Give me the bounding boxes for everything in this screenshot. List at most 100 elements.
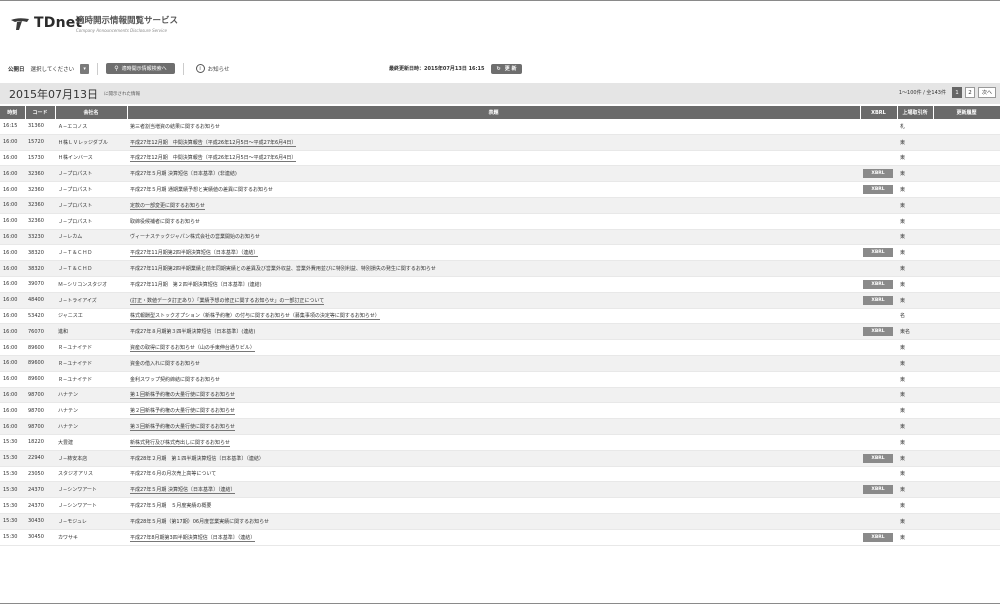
cell-title[interactable]: 平成27年11月期第2四半期業績と前年同期実績との差異及び営業外収益、営業外費用… xyxy=(127,260,860,277)
cell-title[interactable]: 取締役候補者に関するお知らせ xyxy=(127,213,860,230)
cell-history xyxy=(933,402,1000,420)
cell-title[interactable]: 平成27年８月期第３四半期決算短信〔日本基準〕(連結) xyxy=(127,323,860,341)
cell-time: 16:00 xyxy=(0,355,25,372)
disclosure-title-link[interactable]: 第３回新株予約権の大量行使に関するお知らせ xyxy=(130,424,235,432)
cell-title[interactable]: 平成27年11月期 第２四半期決算短信〔日本基準〕(連結) xyxy=(127,276,860,293)
cell-code: 32360 xyxy=(25,197,55,214)
xbrl-button[interactable]: XBRL xyxy=(863,453,893,463)
cell-xbrl[interactable]: XBRL xyxy=(860,244,897,262)
cell-title[interactable]: 株式報酬型ストックオプション（新株予約権）の付与に関するお知らせ（募集事項の決定… xyxy=(127,308,860,325)
disclosure-title-link[interactable]: 平成27年11月期第2四半期決算短信〔日本基準〕（連結） xyxy=(130,250,259,258)
disclosure-title-link[interactable]: 平成27年12月期 中間決算報告（平成26年12月5日〜平成27年6月4日） xyxy=(130,139,297,147)
cell-title[interactable]: 第２回新株予約権の大量行使に関するお知らせ xyxy=(127,402,860,420)
cell-history xyxy=(933,119,1000,135)
cell-code: 30450 xyxy=(25,529,55,546)
disclosure-title-link[interactable]: (訂正・数値データ訂正あり）「業績予想の修正に関するお知らせ」の一部訂正について xyxy=(130,297,325,305)
disclosure-title-link[interactable]: 平成28年２月期 第１四半期決算短信〔日本基準〕（連結） xyxy=(130,456,264,462)
cell-title[interactable]: 第１回新株予約権の大量行使に関するお知らせ xyxy=(127,387,860,404)
xbrl-button[interactable]: XBRL xyxy=(863,485,893,495)
disclosure-title-link[interactable]: 株式報酬型ストックオプション（新株予約権）の付与に関するお知らせ（募集事項の決定… xyxy=(130,313,380,321)
disclosure-title-link[interactable]: 平成28年５月期（第17期）06月度営業実績に関するお知らせ xyxy=(130,519,269,525)
disclosure-title-link[interactable]: 平成27年５月期 通期業績予想と実績値の差異に関するお知らせ xyxy=(130,187,273,193)
cell-xbrl[interactable]: XBRL xyxy=(860,450,897,467)
date-label: 公開日 xyxy=(8,66,25,73)
cell-history xyxy=(933,197,1000,214)
xbrl-button[interactable]: XBRL xyxy=(863,279,893,289)
cell-title[interactable]: 平成28年２月期 第１四半期決算短信〔日本基準〕（連結） xyxy=(127,450,860,467)
cell-time: 16:00 xyxy=(0,229,25,246)
xbrl-button[interactable]: XBRL xyxy=(863,295,893,305)
tdnet-logo[interactable]: TDnet xyxy=(10,15,82,31)
disclosure-title-link[interactable]: 平成27年８月期第３四半期決算短信〔日本基準〕(連結) xyxy=(130,329,255,335)
cell-exchange: 東 xyxy=(897,450,933,467)
xbrl-button[interactable]: XBRL xyxy=(863,327,893,337)
cell-xbrl[interactable]: XBRL xyxy=(860,481,897,499)
disclosure-title-link[interactable]: 第２回新株予約権の大量行使に関するお知らせ xyxy=(130,408,235,416)
cell-title[interactable]: 平成28年５月期（第17期）06月度営業実績に関するお知らせ xyxy=(127,513,860,530)
disclosure-title-link[interactable]: 取締役候補者に関するお知らせ xyxy=(130,219,200,225)
table-row: 16:00 39070 Ｍ−シリコンスタジオ 平成27年11月期 第２四半期決算短信〔… xyxy=(0,276,1000,293)
disclosure-title-link[interactable]: 新株式発行及び株式売出しに関するお知らせ xyxy=(130,439,230,447)
disclosure-title-link[interactable]: 第三者割当増資の結果に関するお知らせ xyxy=(130,124,220,130)
cell-xbrl xyxy=(860,308,897,325)
disclosure-title-link[interactable]: 資産の取得に関するお知らせ（山の手東伸台通りビル） xyxy=(130,345,255,353)
date-select[interactable]: 選択してください xyxy=(31,65,75,73)
cell-xbrl[interactable]: XBRL xyxy=(860,323,897,341)
next-page-button[interactable]: 次へ xyxy=(977,87,996,98)
table-row: 16:00 38320 Ｊ−Ｔ＆ＣＨＤ 平成27年11月期第2四半期決算短信〔日本基準… xyxy=(0,244,1000,262)
xbrl-button[interactable]: XBRL xyxy=(863,185,893,195)
cell-title[interactable]: 平成27年12月期 中間決算報告（平成26年12月5日〜平成27年6月4日） xyxy=(127,150,860,167)
cell-title[interactable]: 平成27年６月の月次売上高等について xyxy=(127,466,860,483)
cell-title[interactable]: (訂正・数値データ訂正あり）「業績予想の修正に関するお知らせ」の一部訂正について xyxy=(127,292,860,309)
cell-title[interactable]: 定款の一部変更に関するお知らせ xyxy=(127,197,860,214)
disclosure-title-link[interactable]: 資金の借入れに関するお知らせ xyxy=(130,361,200,367)
disclosure-title-link[interactable]: 平成27年６月の月次売上高等について xyxy=(130,471,216,477)
cell-title[interactable]: 新株式発行及び株式売出しに関するお知らせ xyxy=(127,434,860,451)
cell-title[interactable]: 資金の借入れに関するお知らせ xyxy=(127,355,860,372)
xbrl-button[interactable]: XBRL xyxy=(863,532,893,542)
cell-title[interactable]: 平成27年５月期 決算短信〔日本基準〕(非連結) xyxy=(127,165,860,183)
dropdown-arrow-icon[interactable]: ▾ xyxy=(80,63,90,74)
xbrl-button[interactable]: XBRL xyxy=(863,248,893,258)
cell-title[interactable]: 金利スワップ契約締結に関するお知らせ xyxy=(127,371,860,388)
cell-title[interactable]: ヴィーナステックジャパン株式会社の営業開始のお知らせ xyxy=(127,229,860,246)
disclosure-title-link[interactable]: 平成27年11月期第2四半期業績と前年同期実績との差異及び営業外収益、営業外費用… xyxy=(130,266,436,272)
disclosure-title-link[interactable]: 金利スワップ契約締結に関するお知らせ xyxy=(130,377,220,383)
refresh-icon: ↻ xyxy=(496,65,501,72)
disclosure-title-link[interactable]: 定款の一部変更に関するお知らせ xyxy=(130,202,205,210)
page-1-button[interactable]: 1 xyxy=(951,87,962,98)
xbrl-button[interactable]: XBRL xyxy=(863,169,893,179)
cell-time: 16:00 xyxy=(0,260,25,277)
cell-exchange: 東 xyxy=(897,355,933,372)
cell-title[interactable]: 平成27年12月期 中間決算報告（平成26年12月5日〜平成27年6月4日） xyxy=(127,134,860,151)
cell-xbrl[interactable]: XBRL xyxy=(860,181,897,198)
search-button[interactable]: ⚲ 適時開示情報検索へ xyxy=(106,63,175,74)
cell-xbrl[interactable]: XBRL xyxy=(860,165,897,183)
cell-title[interactable]: 資産の取得に関するお知らせ（山の手東伸台通りビル） xyxy=(127,339,860,356)
cell-title[interactable]: 平成27年8月期第3四半期決算短信〔日本基準〕（連結） xyxy=(127,529,860,546)
disclosure-title-link[interactable]: 平成27年12月期 中間決算報告（平成26年12月5日〜平成27年6月4日） xyxy=(130,155,297,163)
cell-title[interactable]: 第三者割当増資の結果に関するお知らせ xyxy=(127,119,860,135)
cell-time: 16:00 xyxy=(0,387,25,404)
cell-code: 76070 xyxy=(25,323,55,341)
cell-title[interactable]: 第３回新株予約権の大量行使に関するお知らせ xyxy=(127,418,860,435)
cell-xbrl[interactable]: XBRL xyxy=(860,292,897,309)
notice-link[interactable]: i お知らせ xyxy=(195,64,230,73)
cell-title[interactable]: 平成27年５月期 決算短信〔日本基準〕（連結） xyxy=(127,481,860,499)
disclosure-title-link[interactable]: 平成27年8月期第3四半期決算短信〔日本基準〕（連結） xyxy=(130,534,256,542)
page-2-button[interactable]: 2 xyxy=(964,87,975,98)
disclosure-title-link[interactable]: 第１回新株予約権の大量行使に関するお知らせ xyxy=(130,392,235,400)
cell-xbrl[interactable]: XBRL xyxy=(860,529,897,546)
refresh-button[interactable]: ↻ 更 新 xyxy=(490,63,523,74)
disclosure-title-link[interactable]: 平成27年５月期 決算短信〔日本基準〕(非連結) xyxy=(130,171,237,177)
disclosure-title-link[interactable]: 平成27年５月期 決算短信〔日本基準〕（連結） xyxy=(130,487,236,495)
cell-title[interactable]: 平成27年５月期 ５月度実績の概要 xyxy=(127,497,860,514)
cell-title[interactable]: 平成27年11月期第2四半期決算短信〔日本基準〕（連結） xyxy=(127,244,860,262)
table-row: 16:00 32360 Ｊ−プロパスト 取締役候補者に関するお知らせ 東 xyxy=(0,213,1000,230)
disclosure-title-link[interactable]: ヴィーナステックジャパン株式会社の営業開始のお知らせ xyxy=(130,234,260,240)
disclosure-title-link[interactable]: 平成27年11月期 第２四半期決算短信〔日本基準〕(連結) xyxy=(130,282,262,288)
disclosure-title-link[interactable]: 平成27年５月期 ５月度実績の概要 xyxy=(130,503,211,509)
cell-xbrl[interactable]: XBRL xyxy=(860,276,897,293)
cell-exchange: 東 xyxy=(897,402,933,420)
cell-title[interactable]: 平成27年５月期 通期業績予想と実績値の差異に関するお知らせ xyxy=(127,181,860,198)
